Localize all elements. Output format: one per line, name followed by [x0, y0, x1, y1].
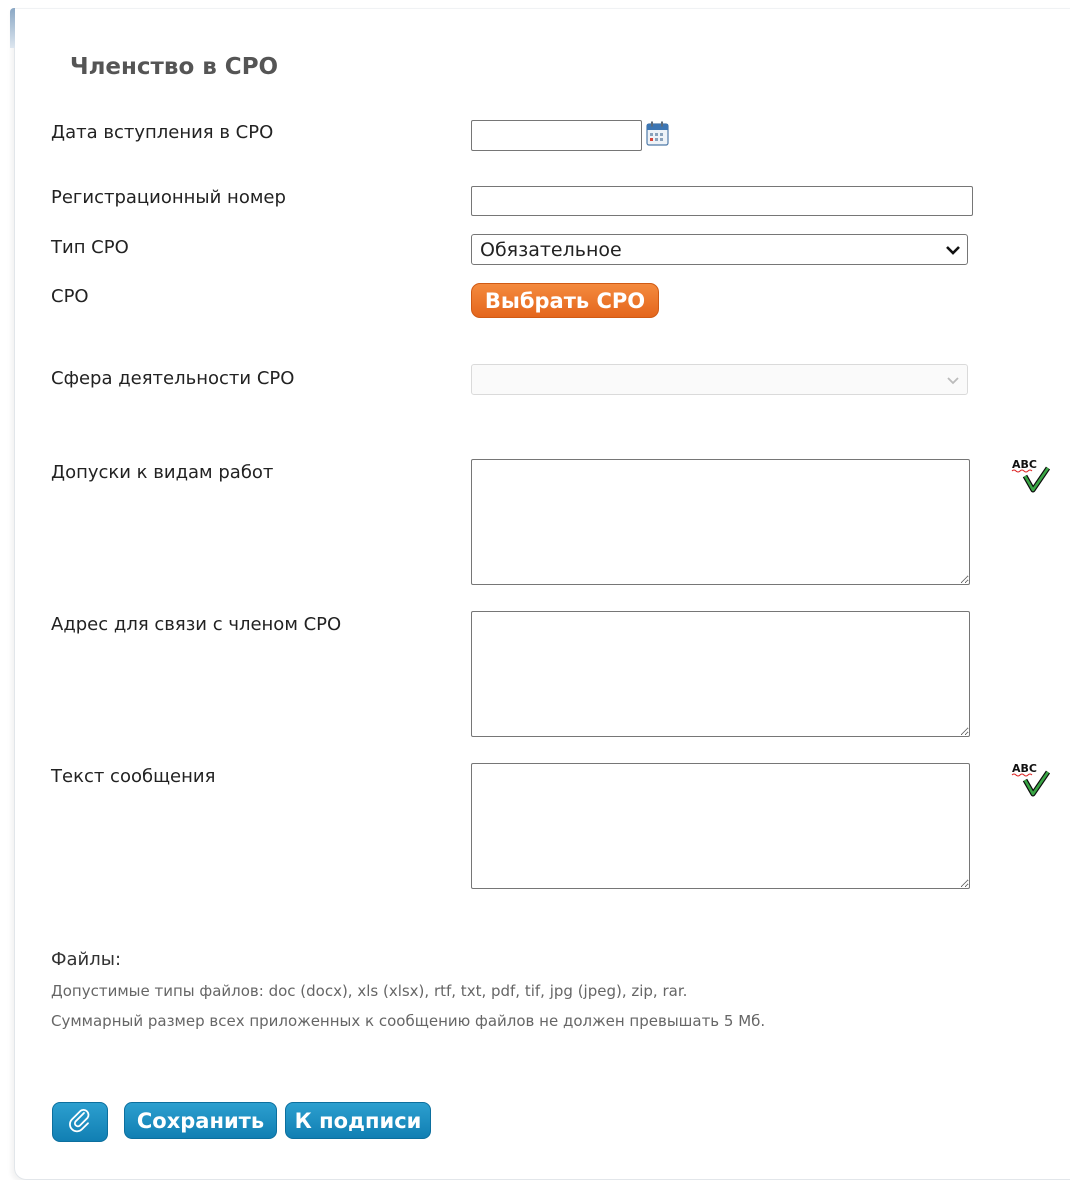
- attach-file-button[interactable]: [52, 1102, 108, 1142]
- reg-number-input[interactable]: [471, 186, 973, 216]
- svg-text:ABC: ABC: [1012, 762, 1037, 775]
- message-textarea[interactable]: [471, 763, 970, 889]
- chevron-down-icon: [945, 239, 961, 261]
- message-label: Текст сообщения: [51, 766, 216, 787]
- address-label: Адрес для связи с членом СРО: [51, 614, 342, 635]
- chevron-down-icon: [945, 369, 961, 391]
- join-date-label: Дата вступления в СРО: [51, 122, 274, 143]
- spellcheck-icon[interactable]: ABC: [1010, 456, 1052, 496]
- sro-type-select[interactable]: Обязательное: [471, 234, 968, 265]
- file-size-limit-note: Суммарный размер всех приложенных к сооб…: [51, 1012, 766, 1030]
- permits-label: Допуски к видам работ: [51, 462, 274, 483]
- allowed-file-types-note: Допустимые типы файлов: doc (docx), xls …: [51, 982, 688, 1000]
- address-textarea[interactable]: [471, 611, 970, 737]
- select-sro-button[interactable]: Выбрать СРО: [471, 283, 659, 318]
- files-title: Файлы:: [51, 949, 122, 970]
- sro-type-selected-value: Обязательное: [480, 238, 622, 261]
- panel-corner-accent: [10, 8, 15, 48]
- spellcheck-icon[interactable]: ABC: [1010, 760, 1052, 800]
- calendar-icon[interactable]: [646, 121, 670, 147]
- to-sign-button[interactable]: К подписи: [285, 1102, 431, 1139]
- permits-textarea[interactable]: [471, 459, 970, 585]
- sro-type-label: Тип СРО: [51, 237, 129, 258]
- activity-select[interactable]: [471, 364, 968, 395]
- form-panel: [14, 8, 1070, 1180]
- page-title: Членство в СРО: [70, 54, 279, 80]
- join-date-input[interactable]: [471, 120, 642, 151]
- svg-text:ABC: ABC: [1012, 458, 1037, 471]
- reg-number-label: Регистрационный номер: [51, 187, 286, 208]
- paperclip-icon: [67, 1107, 93, 1138]
- save-button[interactable]: Сохранить: [124, 1102, 277, 1139]
- activity-label: Сфера деятельности СРО: [51, 368, 295, 389]
- sro-label: СРО: [51, 286, 89, 307]
